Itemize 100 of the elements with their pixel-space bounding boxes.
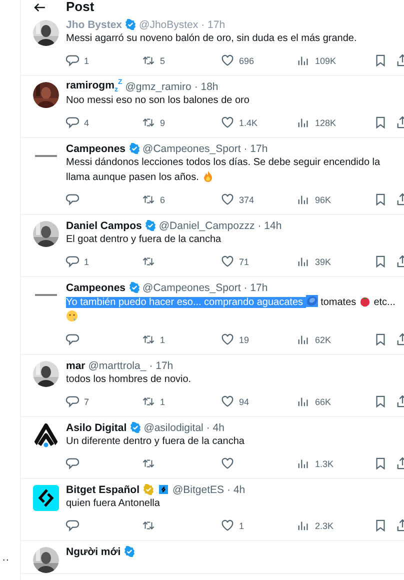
logo-icon (32, 485, 58, 511)
bar-chart-icon (297, 255, 310, 268)
user-name[interactable]: Campeones (66, 142, 126, 154)
views-button[interactable]: 109K (297, 54, 336, 67)
post-text: Messi dándonos lecciones todos los días. Se debe seguir encendido la llama aunque pasen los años. (66, 156, 382, 185)
bookmark-icon[interactable] (374, 333, 387, 346)
oval-icon (306, 295, 318, 307)
post-text: El goat dentro y fuera de la cancha (66, 233, 222, 247)
reply-button[interactable]: 4 (66, 116, 90, 129)
user-name[interactable]: Bitget Español (66, 484, 140, 496)
tomato-icon (358, 295, 371, 307)
repost-icon (142, 255, 155, 268)
post-time: · 17h (149, 360, 174, 372)
page-title: Post (66, 0, 94, 14)
bookmark-icon[interactable] (374, 255, 387, 268)
bar-chart-icon (297, 333, 310, 346)
heart-icon (221, 457, 234, 470)
repost-icon (142, 457, 155, 470)
views-button[interactable]: 66K (297, 395, 332, 408)
post-text: quien fuera Antonella (66, 497, 161, 511)
user-name[interactable]: Người mới (66, 546, 121, 558)
reply-icon (66, 457, 79, 470)
user-name[interactable]: Asilo Digital (66, 422, 127, 434)
heart-icon (221, 519, 234, 532)
heart-icon (221, 255, 234, 268)
user-name[interactable]: Daniel Campos (66, 220, 142, 232)
repost-button[interactable]: 9 (142, 116, 166, 129)
reply-button[interactable]: 7 (66, 395, 90, 408)
reply-button[interactable] (66, 519, 79, 532)
bar-chart-icon (297, 519, 310, 532)
repost-icon (142, 54, 155, 67)
user-handle[interactable]: @gmz_ramiro (125, 80, 192, 92)
post-time: · 14h (258, 220, 282, 232)
like-button[interactable] (221, 457, 234, 470)
bar-chart-icon (297, 395, 310, 408)
user-name[interactable]: Campeones (66, 282, 126, 294)
like-button[interactable]: 94 (221, 395, 250, 408)
heart-icon (221, 116, 234, 129)
post-time: · 17h (201, 18, 226, 30)
views-button[interactable]: 1.3K (297, 457, 334, 470)
heart-icon (221, 333, 234, 346)
repost-button[interactable] (142, 255, 155, 268)
repost-icon (142, 333, 155, 346)
reply-button[interactable] (66, 457, 79, 470)
heart-icon (221, 395, 234, 408)
user-handle[interactable]: @marttrola_ (88, 360, 146, 372)
like-button[interactable]: 19 (221, 333, 250, 346)
post-text: Messi agarró su noveno balón de oro, sin duda es el más grande. (66, 32, 358, 46)
face-icon (66, 310, 78, 322)
repost-button[interactable] (142, 519, 155, 532)
user-handle[interactable]: @Campeones_Sport (142, 282, 241, 294)
bookmark-icon[interactable] (374, 457, 387, 470)
bar-chart-icon (297, 193, 310, 206)
post-time: · 17h (244, 142, 268, 154)
repost-icon (142, 193, 155, 206)
repost-button[interactable] (142, 457, 155, 470)
back-arrow-icon[interactable] (33, 2, 46, 12)
like-button[interactable]: 374 (221, 193, 254, 206)
reply-icon (66, 255, 79, 268)
views-button[interactable]: 96K (297, 193, 332, 206)
repost-button[interactable]: 6 (142, 193, 166, 206)
bookmark-icon[interactable] (374, 54, 387, 67)
reply-button[interactable]: 1 (66, 54, 90, 67)
bookmark-icon[interactable] (374, 395, 387, 408)
more-dots[interactable]: ·· (0, 554, 10, 566)
reply-icon (66, 333, 79, 346)
views-button[interactable]: 62K (297, 333, 332, 346)
like-button[interactable]: 1 (221, 519, 244, 532)
post-text: Yo también puedo hacer eso... comprando aguacates tomates etc... (66, 295, 404, 325)
bookmark-icon[interactable] (374, 116, 387, 129)
logo-icon (32, 423, 58, 449)
like-button[interactable]: 696 (221, 54, 254, 67)
repost-icon (142, 519, 155, 532)
reply-button[interactable]: 1 (66, 255, 90, 268)
reply-icon (66, 193, 79, 206)
views-button[interactable]: 128K (297, 116, 336, 129)
user-handle[interactable]: @Campeones_Sport (142, 142, 241, 154)
bookmark-icon[interactable] (374, 193, 387, 206)
like-button[interactable]: 1.4K (221, 116, 258, 129)
post-time: · 4h (206, 422, 224, 434)
reply-button[interactable] (66, 193, 79, 206)
user-handle[interactable]: @BitgetES (172, 484, 224, 496)
repost-button[interactable]: 1 (142, 333, 166, 346)
views-button[interactable]: 2.3K (297, 519, 334, 532)
like-button[interactable]: 71 (221, 255, 250, 268)
post-text: Un diferente dentro y fuera de la cancha (66, 435, 246, 449)
bar-chart-icon (297, 457, 310, 470)
user-handle[interactable]: @asilodigital (144, 422, 204, 434)
user-name[interactable]: mar (66, 360, 86, 372)
user-handle[interactable]: @Daniel_Campozzz (158, 220, 255, 232)
repost-icon (142, 116, 155, 129)
bar-chart-icon (297, 116, 310, 129)
reply-icon (66, 54, 79, 67)
views-button[interactable]: 39K (297, 255, 332, 268)
bookmark-icon[interactable] (374, 519, 387, 532)
repost-button[interactable]: 5 (142, 54, 166, 67)
reply-button[interactable] (66, 333, 79, 346)
post-time: · 18h (194, 80, 218, 92)
post-text: Noo messi eso no son los balones de oro (66, 94, 250, 108)
repost-button[interactable]: 1 (142, 395, 166, 408)
